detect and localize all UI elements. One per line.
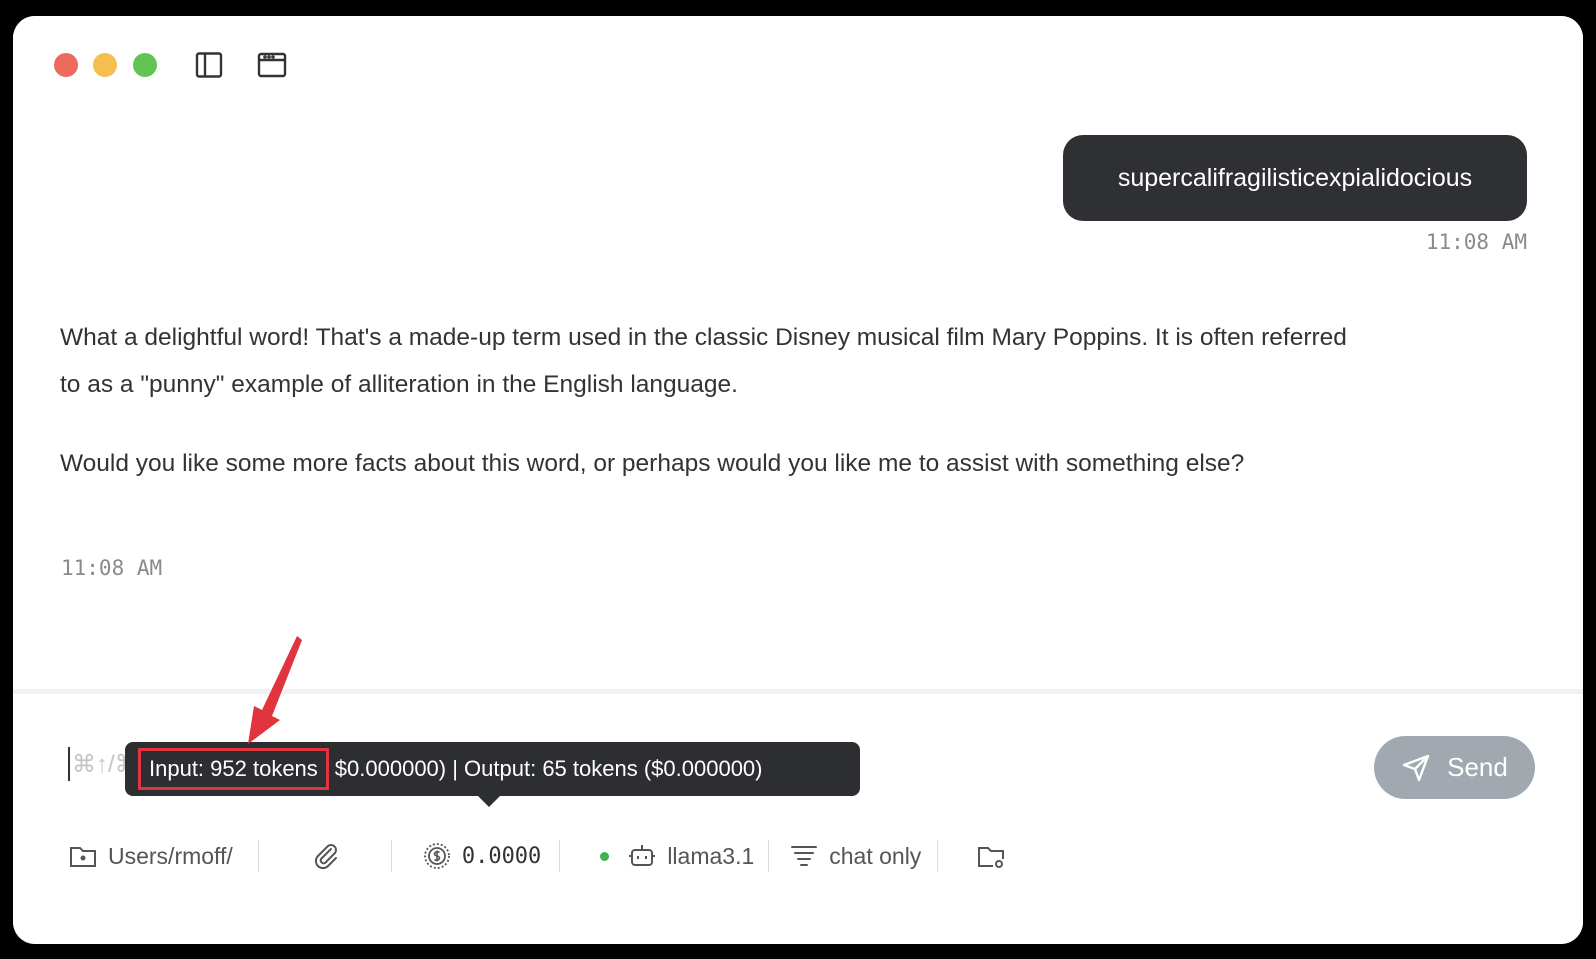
minimize-window-button[interactable] <box>93 53 117 77</box>
text-caret <box>68 747 70 781</box>
maximize-window-button[interactable] <box>133 53 157 77</box>
model-selector[interactable]: llama3.1 <box>600 834 754 878</box>
paperclip-icon <box>314 844 337 870</box>
folder-selector[interactable]: Users/rmoff/ <box>68 834 233 878</box>
app-window: supercalifragilisticexpialidocious 11:08… <box>13 16 1583 944</box>
close-window-button[interactable] <box>54 53 78 77</box>
sidebar-toggle-icon[interactable] <box>194 51 224 79</box>
tooltip-pointer <box>478 796 500 807</box>
coin-icon <box>423 843 450 869</box>
assistant-message-time: 11:08 AM <box>61 556 163 580</box>
robot-icon <box>629 845 656 866</box>
token-usage-detail: $0.000000) | Output: 65 tokens ($0.00000… <box>334 756 763 781</box>
mode-selector[interactable]: chat only <box>789 834 921 878</box>
separator <box>559 840 561 872</box>
separator <box>390 840 392 872</box>
send-button[interactable]: Send <box>1374 736 1535 799</box>
assistant-paragraph: What a delightful word! That's a made-up… <box>60 324 1347 398</box>
separator <box>768 840 770 872</box>
model-name: llama3.1 <box>667 842 755 869</box>
status-bar: Users/rmoff/ 0.0000 llama3.1 chat only <box>68 834 1006 878</box>
assistant-message: What a delightful word! That's a made-up… <box>60 314 1350 519</box>
cost-value: 0.0000 <box>461 843 542 869</box>
folder-icon <box>70 847 96 867</box>
folder-gear-icon <box>978 847 1005 868</box>
user-message-time: 11:08 AM <box>1425 230 1527 254</box>
separator <box>937 840 939 872</box>
annotation-arrow-icon <box>248 636 302 744</box>
mode-label: chat only <box>829 842 922 869</box>
cost-indicator[interactable]: 0.0000 <box>422 834 541 878</box>
chat-pane: supercalifragilisticexpialidocious 11:08… <box>13 16 1583 689</box>
user-message-bubble: supercalifragilisticexpialidocious <box>1063 135 1527 221</box>
send-button-label: Send <box>1447 752 1508 782</box>
folder-path: Users/rmoff/ <box>108 842 233 869</box>
window-layout-icon[interactable] <box>257 51 287 79</box>
filter-icon <box>791 846 818 866</box>
input-tokens-highlight: Input: 952 tokens <box>138 748 329 790</box>
separator <box>257 840 259 872</box>
assistant-paragraph: Would you like some more facts about thi… <box>60 450 1245 477</box>
attach-button[interactable] <box>311 834 341 878</box>
user-message-text: supercalifragilisticexpialidocious <box>1117 163 1473 192</box>
model-status-dot <box>600 851 610 861</box>
send-icon <box>1402 754 1430 781</box>
folder-settings-button[interactable] <box>976 834 1006 878</box>
